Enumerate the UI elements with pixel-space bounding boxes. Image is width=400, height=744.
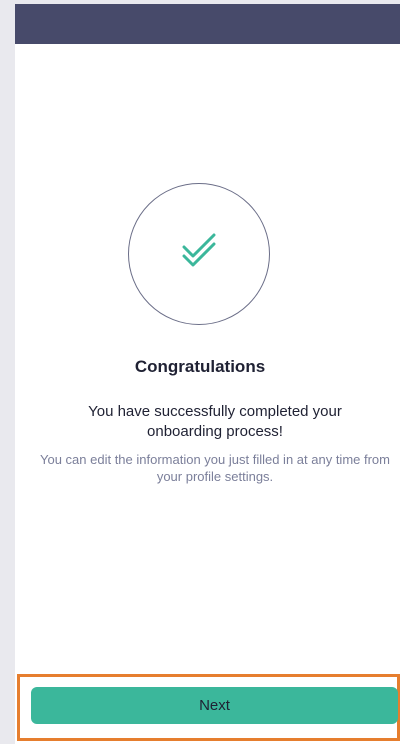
success-message: You have successfully completed your onb… — [88, 403, 342, 440]
next-button[interactable]: Next — [31, 687, 398, 724]
app-stage: Congratulations You have successfully co… — [0, 0, 400, 744]
profile-settings-hint: You can edit the information you just fi… — [40, 452, 390, 484]
top-navigation-bar — [15, 4, 400, 44]
success-badge — [128, 183, 270, 325]
double-check-icon — [182, 233, 216, 267]
page-title: Congratulations — [134, 357, 266, 376]
